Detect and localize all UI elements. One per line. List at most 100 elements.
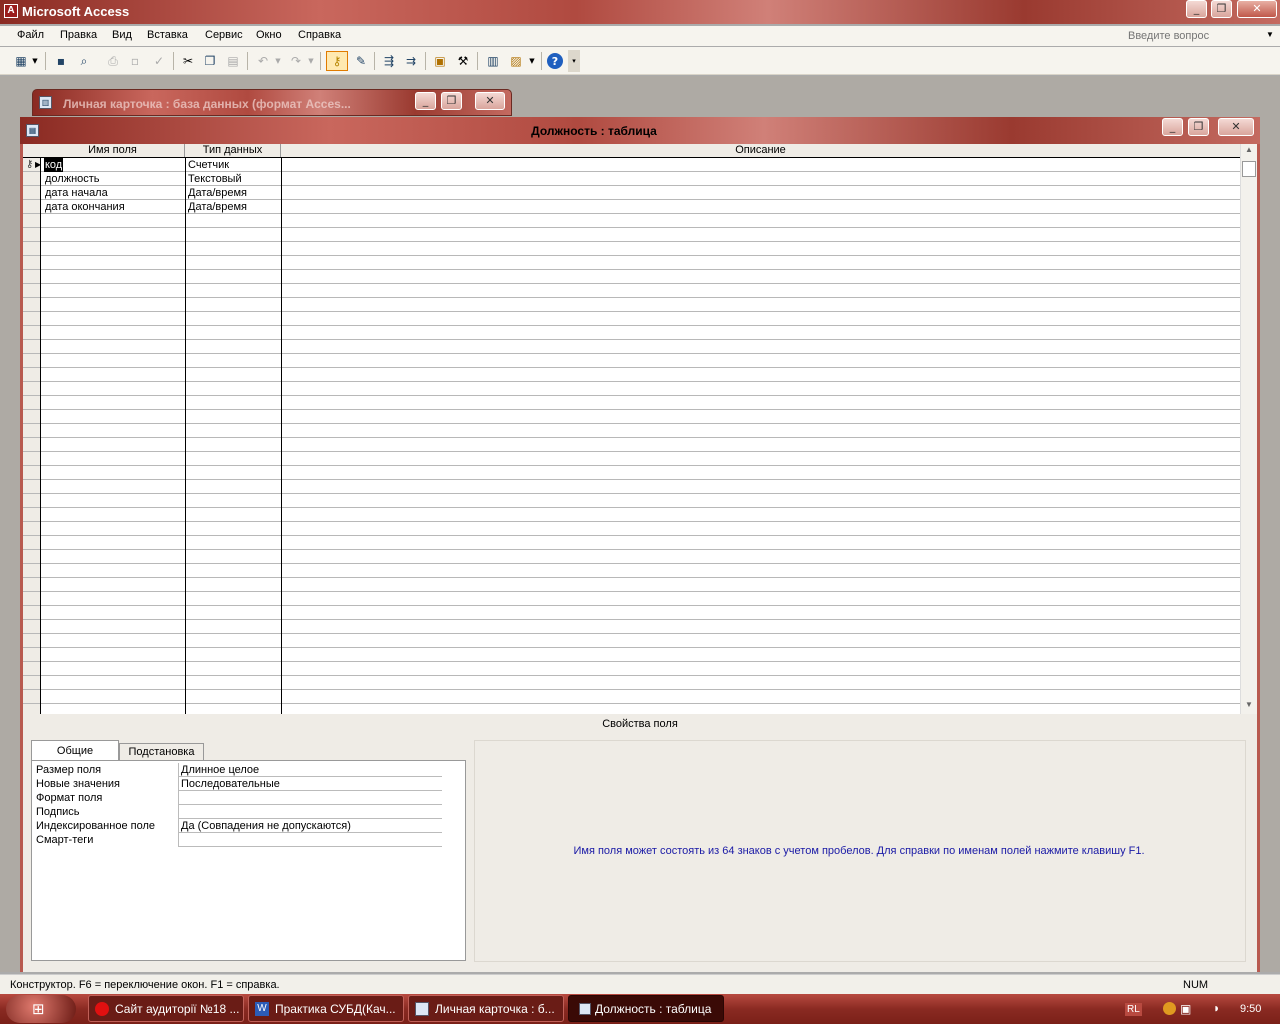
taskbar-item-table[interactable]: Должность : таблица [568, 995, 724, 1022]
prop-row-new-values: Новые значения Последовательные [32, 777, 442, 791]
column-header-field-name[interactable]: Имя поля [41, 144, 185, 157]
table-minimize-button[interactable]: _ [1162, 118, 1183, 136]
row-selector-column [23, 158, 41, 714]
app-close-button[interactable]: ✕ [1237, 0, 1277, 18]
scroll-down-icon[interactable]: ▼ [1245, 700, 1253, 709]
print-icon[interactable]: ⎙ [104, 52, 122, 70]
start-button[interactable]: ⊞ [6, 995, 76, 1023]
database-window-icon[interactable]: ▥ [484, 52, 502, 70]
data-type-cell[interactable]: Дата/время [188, 200, 247, 214]
taskbar-item-label: Личная карточка : б... [435, 1002, 555, 1016]
prop-row-field-size: Размер поля Длинное целое [32, 763, 442, 777]
help-question-input[interactable] [1128, 28, 1268, 44]
prop-value-field[interactable]: Последовательные [178, 777, 442, 791]
menu-file[interactable]: Файл [17, 29, 44, 41]
word-icon: W [255, 1002, 269, 1016]
scroll-up-icon[interactable]: ▲ [1245, 145, 1253, 154]
prop-row-format: Формат поля [32, 791, 442, 805]
table-window-titlebar[interactable]: ▦ Должность : таблица _ ❐ ✕ [20, 117, 1260, 144]
tab-lookup[interactable]: Подстановка [119, 743, 204, 761]
column-header-data-type[interactable]: Тип данных [185, 144, 281, 157]
properties-icon[interactable]: ▣ [431, 52, 449, 70]
taskbar-item-database[interactable]: Личная карточка : б... [408, 995, 564, 1022]
app-restore-button[interactable]: ❐ [1211, 0, 1232, 18]
tab-general-label: Общие [56, 745, 94, 757]
field-properties-panel: Свойства поля Общие Подстановка Размер п… [23, 714, 1257, 972]
menu-insert[interactable]: Вставка [147, 29, 188, 41]
clock[interactable]: 9:50 [1240, 1003, 1261, 1015]
tray-opera-icon[interactable] [1163, 1002, 1176, 1015]
field-name-cell[interactable]: дата начала [45, 186, 108, 200]
menu-tools[interactable]: Сервис [205, 29, 243, 41]
insert-rows-icon[interactable]: ⇶ [380, 52, 398, 70]
prop-value-field[interactable] [178, 833, 442, 847]
toolbar-separator [247, 52, 248, 70]
save-icon[interactable]: ▪ [52, 52, 70, 70]
field-name-cell[interactable]: должность [45, 172, 100, 186]
status-bar: Конструктор. F6 = переключение окон. F1 … [0, 974, 1280, 994]
db-close-button[interactable]: ✕ [475, 92, 505, 110]
taskbar-item-word[interactable]: W Практика СУБД(Кач... [248, 995, 404, 1022]
data-type-cell[interactable]: Текстовый [188, 172, 242, 186]
field-name-cell[interactable]: дата окончания [45, 200, 125, 214]
help-icon[interactable]: ? [547, 53, 563, 69]
prop-value-field[interactable]: Да (Совпадения не допускаются) [178, 819, 442, 833]
menu-edit[interactable]: Правка [60, 29, 97, 41]
tray-volume-icon[interactable]: ◗ [1213, 1001, 1220, 1015]
print-preview-icon[interactable]: ▫ [126, 52, 144, 70]
data-type-cell[interactable]: Счетчик [188, 158, 229, 172]
toolbar-options-icon[interactable]: ▾ [568, 50, 580, 72]
column-header-description[interactable]: Описание [281, 144, 1240, 157]
chevron-down-icon[interactable]: ▼ [30, 52, 40, 70]
undo-icon[interactable]: ↶ [254, 52, 272, 70]
current-row-arrow-icon: ▶ [35, 160, 42, 169]
menu-view[interactable]: Вид [112, 29, 132, 41]
toolbar-separator [173, 52, 174, 70]
cut-icon[interactable]: ✂ [179, 52, 197, 70]
chevron-down-icon[interactable]: ▼ [306, 52, 316, 70]
build-icon[interactable]: ✎ [352, 52, 370, 70]
redo-icon[interactable]: ↷ [287, 52, 305, 70]
database-icon [415, 1002, 429, 1016]
access-app-icon: A [4, 4, 18, 18]
database-window-titlebar[interactable]: ▥ Личная карточка : база данных (формат … [32, 89, 512, 116]
chevron-down-icon[interactable]: ▼ [527, 52, 537, 70]
db-restore-button[interactable]: ❐ [441, 92, 462, 110]
table-restore-button[interactable]: ❐ [1188, 118, 1209, 136]
file-search-icon[interactable]: ⌕ [75, 52, 93, 70]
tray-network-icon[interactable]: ▣ [1180, 1002, 1191, 1016]
spelling-icon[interactable]: ✓ [150, 52, 168, 70]
paste-icon[interactable]: ▤ [224, 52, 242, 70]
db-minimize-button[interactable]: _ [415, 92, 436, 110]
prop-value-field[interactable] [178, 791, 442, 805]
menu-help[interactable]: Справка [298, 29, 341, 41]
new-object-icon[interactable]: ▨ [507, 52, 525, 70]
table-design-window: ▦ Должность : таблица _ ❐ ✕ Имя поля Тип… [20, 117, 1260, 972]
vertical-scrollbar[interactable]: ▲ ▼ [1240, 144, 1257, 714]
primary-key-icon[interactable]: ⚷ [326, 51, 348, 71]
chevron-down-icon[interactable]: ▼ [1266, 30, 1274, 39]
field-name-cell[interactable]: код [44, 158, 64, 172]
build-wizard-icon[interactable]: ⚒ [454, 52, 472, 70]
prop-value-field[interactable]: Длинное целое [178, 763, 442, 777]
windows-logo-icon: ⊞ [32, 1000, 45, 1018]
toolbar-separator [477, 52, 478, 70]
taskbar-item-label: Сайт аудиторії №18 ... [115, 1002, 240, 1016]
menu-window[interactable]: Окно [256, 29, 282, 41]
delete-rows-icon[interactable]: ⇉ [402, 52, 420, 70]
tab-general[interactable]: Общие [31, 740, 119, 761]
chevron-down-icon[interactable]: ▼ [273, 52, 283, 70]
app-title: Microsoft Access [22, 4, 130, 19]
database-window-title: Личная карточка : база данных (формат Ac… [63, 97, 351, 111]
app-minimize-button[interactable]: _ [1186, 0, 1207, 18]
general-properties-sheet: Размер поля Длинное целое Новые значения… [31, 760, 466, 961]
view-icon[interactable]: ▦ [12, 52, 30, 70]
taskbar-item-opera[interactable]: Сайт аудиторії №18 ... [88, 995, 244, 1022]
scroll-thumb[interactable] [1242, 161, 1256, 177]
grid-header-row: Имя поля Тип данных Описание [23, 144, 1240, 158]
language-indicator[interactable]: RL [1125, 1003, 1142, 1016]
table-close-button[interactable]: ✕ [1218, 118, 1254, 136]
prop-value-field[interactable] [178, 805, 442, 819]
data-type-cell[interactable]: Дата/время [188, 186, 247, 200]
copy-icon[interactable]: ❐ [201, 52, 219, 70]
